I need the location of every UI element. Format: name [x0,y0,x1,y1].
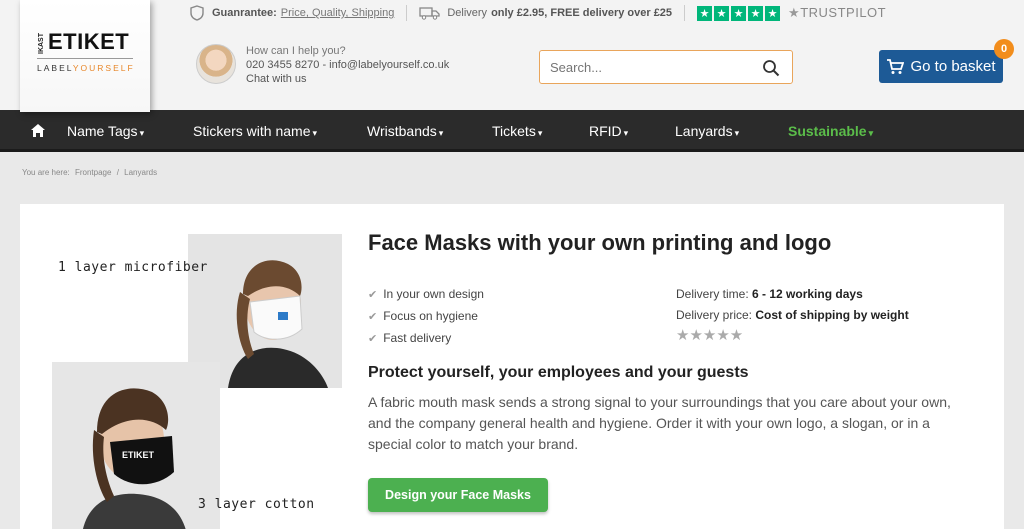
site-logo[interactable]: IKAST ETIKET LABELYOURSELF [20,0,150,112]
logo-etiket: ETIKET [48,29,130,54]
star-icon: ★ [697,5,713,21]
search-box [539,50,793,84]
truck-icon [419,7,440,20]
trustpilot-star-icon: ★ [788,5,801,20]
feature-item: Focus on hygiene [368,306,484,328]
trustpilot-logo[interactable]: ★TRUSTPILOT [788,5,886,21]
logo-subtitle: LABELYOURSELF [37,63,135,73]
caret-down-icon: ▾ [537,128,543,138]
breadcrumb-prefix: You are here: [22,168,70,177]
star-icon: ★ [765,5,781,21]
star-icon: ★ [748,5,764,21]
chat-link[interactable]: Chat with us [246,72,449,86]
delivery-price: Delivery price: Cost of shipping by weig… [676,308,909,322]
basket-count-badge: 0 [994,39,1014,59]
product-subtitle: Protect yourself, your employees and you… [368,364,749,381]
site-header: IKAST ETIKET LABELYOURSELF Guanrantee: P… [0,0,1024,112]
search-icon[interactable] [762,59,780,77]
divider [684,5,686,21]
shield-icon [190,5,204,21]
caret-down-icon: ▾ [623,128,629,138]
nav-name-tags[interactable]: Name Tags ▾ [67,123,144,139]
feature-item: In your own design [368,284,484,306]
nav-lanyards[interactable]: Lanyards ▾ [675,123,739,139]
delivery-details: Delivery time: 6 - 12 working days Deliv… [676,284,909,326]
caret-down-icon: ▾ [438,128,444,138]
cart-icon [887,58,905,74]
logo-divider [37,58,133,59]
nav-rfid[interactable]: RFID ▾ [589,123,628,139]
trustpilot-stars[interactable]: ★ ★ ★ ★ ★ [697,5,781,21]
product-description: A fabric mouth mask sends a strong signa… [368,394,951,452]
delivery-info: only £2.95, FREE delivery over £25 [491,7,673,19]
product-card: ETIKET 1 layer microfiber 3 layer cotton… [20,204,1004,529]
woman-black-mask-illustration: ETIKET [52,362,220,529]
breadcrumb: You are here: Frontpage / Lanyards [22,168,160,177]
delivery-time: Delivery time: 6 - 12 working days [676,287,863,301]
guarantee-label: Guanrantee: [212,7,277,19]
nav-tickets[interactable]: Tickets ▾ [492,123,542,139]
design-face-masks-button[interactable]: Design your Face Masks [368,478,548,512]
caret-down-icon: ▾ [312,128,318,138]
star-icon: ★ [714,5,730,21]
product-image-cotton[interactable]: ETIKET [52,362,220,529]
caret-down-icon: ▾ [734,128,740,138]
main-nav: Name Tags ▾ Stickers with name ▾ Wristband… [0,110,1024,152]
product-title: Face Masks with your own printing and lo… [368,230,832,255]
image-label-cotton: 3 layer cotton [198,497,315,512]
breadcrumb-sep: / [116,168,119,177]
nav-sustainable[interactable]: Sustainable ▾ [788,123,873,139]
go-to-basket-button[interactable]: Go to basket [879,50,1003,83]
search-input[interactable] [540,51,750,83]
svg-text:ETIKET: ETIKET [122,450,155,460]
image-label-microfiber: 1 layer microfiber [58,260,208,275]
caret-down-icon: ▾ [139,128,145,138]
caret-down-icon: ▾ [868,128,874,138]
logo-ikast: IKAST [38,33,45,54]
avatar [196,44,236,84]
divider [406,5,408,21]
breadcrumb-current[interactable]: Lanyards [124,168,157,177]
home-icon[interactable] [30,123,46,138]
feature-list: In your own design Focus on hygiene Fast… [368,284,484,350]
delivery-prefix: Delivery [447,7,488,19]
guarantee-links[interactable]: Price, Quality, Shipping [281,7,395,19]
rating-stars[interactable]: ★★★★★ [676,326,743,344]
breadcrumb-home[interactable]: Frontpage [75,168,111,177]
customer-help: How can I help you? 020 3455 8270 - info… [196,44,449,86]
nav-wristbands[interactable]: Wristbands ▾ [367,123,443,139]
help-contact[interactable]: 020 3455 8270 - info@labelyourself.co.uk [246,58,449,72]
top-info-bar: Guanrantee: Price, Quality, Shipping Del… [190,4,886,22]
nav-stickers[interactable]: Stickers with name ▾ [193,123,317,139]
basket-label: Go to basket [910,58,996,75]
feature-item: Fast delivery [368,328,484,350]
help-question: How can I help you? [246,45,346,57]
star-icon: ★ [731,5,747,21]
